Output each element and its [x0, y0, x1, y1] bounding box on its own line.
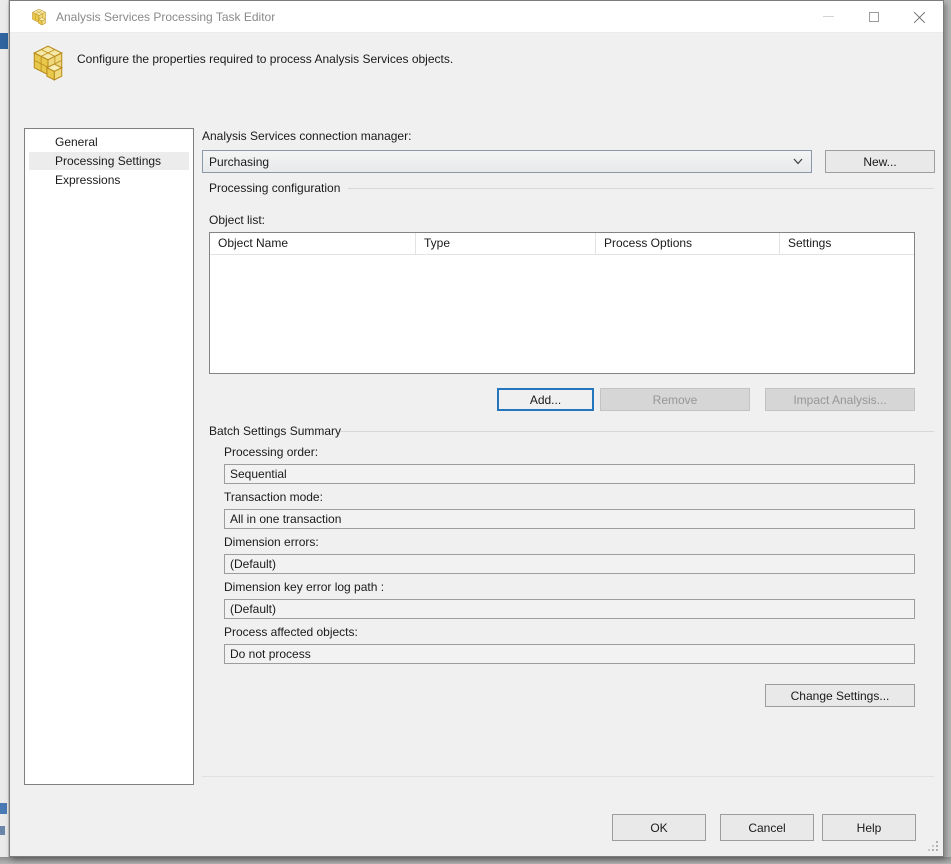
dimension-errors-label: Dimension errors: — [224, 535, 915, 550]
field-dimension-key-error-log-path: Dimension key error log path : (Default) — [224, 580, 915, 625]
dimension-key-error-log-path-value[interactable]: (Default) — [224, 599, 915, 619]
connection-manager-combobox[interactable]: Purchasing — [202, 150, 812, 173]
sidebar-item-processing-settings[interactable]: Processing Settings — [29, 152, 189, 170]
analysis-services-cube-icon — [30, 44, 66, 82]
change-settings-button[interactable]: Change Settings... — [765, 684, 915, 707]
processing-order-label: Processing order: — [224, 445, 915, 460]
background-window-fragment — [0, 826, 5, 835]
sidebar-item-expressions[interactable]: Expressions — [29, 171, 189, 189]
transaction-mode-value[interactable]: All in one transaction — [224, 509, 915, 529]
processing-order-value[interactable]: Sequential — [224, 464, 915, 484]
new-connection-button[interactable]: New... — [825, 150, 935, 173]
process-affected-objects-label: Process affected objects: — [224, 625, 915, 640]
field-processing-order: Processing order: Sequential — [224, 445, 915, 490]
remove-button[interactable]: Remove — [600, 388, 750, 411]
pages-list: General Processing Settings Expressions — [24, 128, 194, 785]
background-window-fragment — [0, 33, 8, 49]
dimension-errors-value[interactable]: (Default) — [224, 554, 915, 574]
batch-settings-group-label: Batch Settings Summary — [209, 424, 341, 438]
column-header-type[interactable]: Type — [416, 233, 596, 254]
dimension-key-error-log-path-label: Dimension key error log path : — [224, 580, 915, 595]
transaction-mode-label: Transaction mode: — [224, 490, 915, 505]
connection-manager-value: Purchasing — [209, 155, 269, 169]
sidebar-item-general[interactable]: General — [29, 133, 189, 151]
column-header-object-name[interactable]: Object Name — [210, 233, 416, 254]
resize-grip[interactable] — [928, 841, 939, 852]
column-header-settings[interactable]: Settings — [780, 233, 914, 254]
batch-settings-fields: Processing order: Sequential Transaction… — [224, 445, 915, 670]
process-affected-objects-value[interactable]: Do not process — [224, 644, 915, 664]
field-process-affected-objects: Process affected objects: Do not process — [224, 625, 915, 670]
background-window-bottom-strip — [0, 857, 951, 864]
group-divider — [348, 188, 934, 189]
chevron-down-icon — [793, 158, 803, 165]
connection-manager-label: Analysis Services connection manager: — [202, 129, 411, 143]
object-list-label: Object list: — [209, 213, 265, 227]
group-divider — [340, 431, 934, 432]
analysis-services-processing-task-editor-dialog: Analysis Services Processing Task Editor… — [9, 0, 944, 857]
cancel-button[interactable]: Cancel — [720, 814, 814, 841]
object-list-header: Object Name Type Process Options Setting… — [210, 233, 914, 255]
column-header-process-options[interactable]: Process Options — [596, 233, 780, 254]
add-button[interactable]: Add... — [497, 388, 594, 411]
ok-button[interactable]: OK — [612, 814, 706, 841]
background-window-fragment — [0, 803, 7, 814]
background-window-sliver — [0, 0, 9, 857]
field-dimension-errors: Dimension errors: (Default) — [224, 535, 915, 580]
processing-settings-panel: Analysis Services connection manager: Pu… — [202, 1, 934, 785]
impact-analysis-button[interactable]: Impact Analysis... — [765, 388, 915, 411]
field-transaction-mode: Transaction mode: All in one transaction — [224, 490, 915, 535]
cube-app-icon — [30, 8, 48, 26]
object-list-table[interactable]: Object Name Type Process Options Setting… — [209, 232, 915, 374]
help-button[interactable]: Help — [822, 814, 916, 841]
panel-bottom-divider — [202, 776, 934, 777]
processing-configuration-group-label: Processing configuration — [209, 181, 340, 195]
